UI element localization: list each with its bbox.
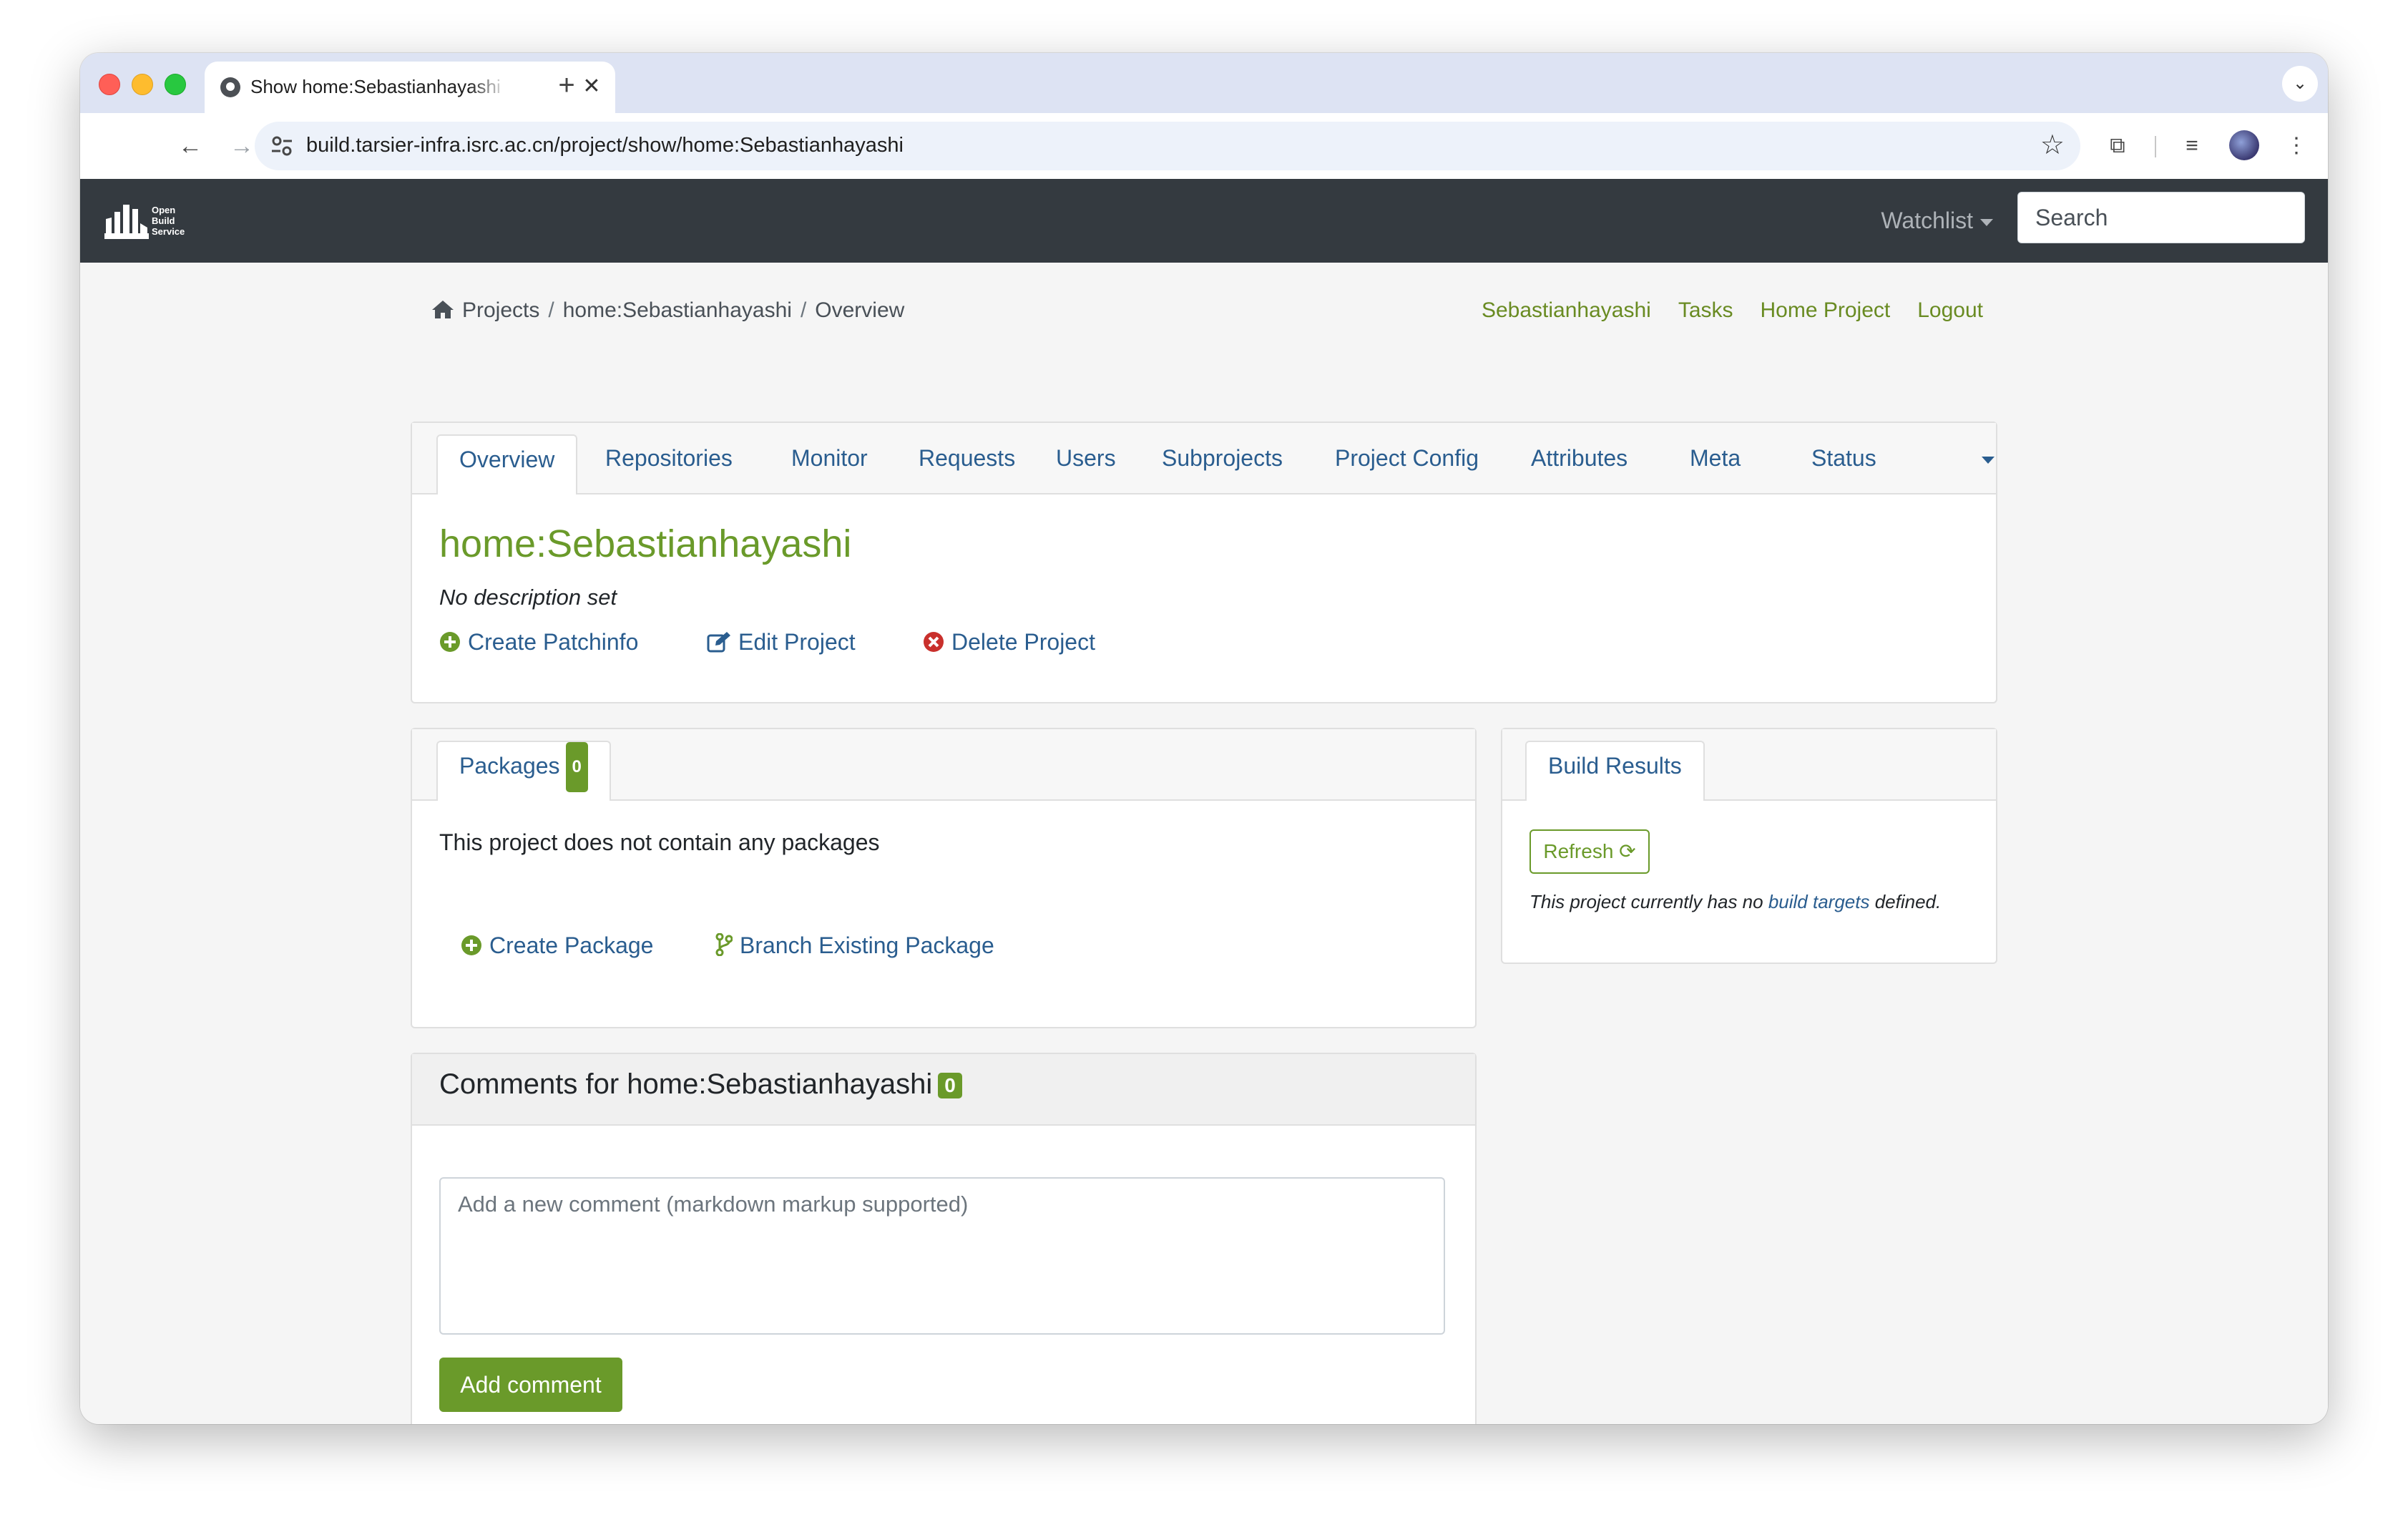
project-description: No description set <box>439 585 617 610</box>
delete-project-link[interactable]: Delete Project <box>923 629 1095 656</box>
url-text: build.tarsier-infra.isrc.ac.cn/project/s… <box>306 134 904 157</box>
logout-link[interactable]: Logout <box>1917 298 1983 322</box>
tab-subprojects[interactable]: Subprojects <box>1162 434 1283 482</box>
comments-title: Comments for home:Sebastianhayashi 0 <box>439 1068 962 1101</box>
toolbar-divider <box>2155 136 2156 157</box>
comments-count-badge: 0 <box>938 1073 962 1098</box>
packages-card: Packages 0 This project does not contain … <box>411 728 1477 1028</box>
extensions-icon[interactable]: ⧉ <box>2099 127 2136 165</box>
user-links: Sebastianhayashi Tasks Home Project Logout <box>1454 298 1983 323</box>
breadcrumb: Projects / home:Sebastianhayashi / Overview <box>431 298 904 323</box>
refresh-button[interactable]: Refresh ⟳ <box>1530 829 1650 874</box>
close-window-button[interactable] <box>99 74 120 95</box>
site-navbar: Open Build Service Watchlist Search <box>80 179 2328 263</box>
comment-textarea[interactable]: Add a new comment (markdown markup suppo… <box>439 1177 1445 1335</box>
tasks-link[interactable]: Tasks <box>1678 298 1733 322</box>
build-targets-note: This project currently has no build targ… <box>1530 891 1942 912</box>
project-card: Overview Repositories Monitor Requests U… <box>411 422 1997 703</box>
media-control-icon[interactable]: ≡ <box>2173 127 2211 165</box>
breadcrumb-project[interactable]: home:Sebastianhayashi <box>563 298 792 322</box>
tab-users[interactable]: Users <box>1056 434 1116 482</box>
tab-meta[interactable]: Meta <box>1690 434 1741 482</box>
packages-empty-text: This project does not contain any packag… <box>439 829 880 855</box>
new-tab-button[interactable]: + <box>545 67 588 103</box>
build-results-card: Build Results Refresh ⟳ This project cur… <box>1501 728 1997 964</box>
tab-repositories[interactable]: Repositories <box>605 434 733 482</box>
site-settings-icon[interactable] <box>268 132 296 160</box>
caret-down-icon <box>1980 218 1993 226</box>
user-profile-link[interactable]: Sebastianhayashi <box>1482 298 1651 322</box>
home-icon[interactable] <box>431 298 455 320</box>
project-title: home:Sebastianhayashi <box>439 522 852 565</box>
profile-avatar[interactable] <box>2229 130 2259 160</box>
maximize-window-button[interactable] <box>165 74 186 95</box>
breadcrumb-current: Overview <box>815 298 905 322</box>
tab-title: Show home:Sebastianhayashi <box>250 76 501 97</box>
plus-circle-icon <box>461 935 481 955</box>
build-targets-link[interactable]: build targets <box>1768 891 1870 912</box>
tab-packages[interactable]: Packages 0 <box>436 741 611 801</box>
comments-card: Comments for home:Sebastianhayashi 0 Add … <box>411 1053 1477 1424</box>
obs-logo[interactable]: Open Build Service <box>104 202 205 242</box>
more-menu-icon[interactable]: ⋮ <box>2278 127 2315 165</box>
address-bar[interactable]: build.tarsier-infra.isrc.ac.cn/project/s… <box>255 122 2080 170</box>
code-branch-icon <box>715 932 733 957</box>
edit-icon <box>707 632 730 653</box>
tab-build-results[interactable]: Build Results <box>1525 741 1705 801</box>
obs-logo-icon <box>104 205 149 239</box>
obs-logo-text: Open Build Service <box>152 205 185 237</box>
refresh-icon: ⟳ <box>1619 840 1636 862</box>
add-comment-button[interactable]: Add comment <box>439 1358 622 1412</box>
build-results-tabs: Build Results <box>1502 729 1996 801</box>
search-input[interactable]: Search <box>2017 192 2305 243</box>
create-patchinfo-link[interactable]: Create Patchinfo <box>439 629 638 656</box>
create-package-link[interactable]: Create Package <box>461 932 653 959</box>
packages-count-badge: 0 <box>565 742 588 792</box>
browser-toolbar: ← → ↻ build.tarsier-infra.isrc.ac.cn/pro… <box>80 113 2328 180</box>
favicon-icon <box>220 77 240 97</box>
branch-package-link[interactable]: Branch Existing Package <box>715 932 994 959</box>
tab-requests[interactable]: Requests <box>919 434 1015 482</box>
minimize-window-button[interactable] <box>132 74 153 95</box>
tab-strip: Show home:Sebastianhayashi ✕ + ⌄ <box>80 53 2328 113</box>
tab-overview[interactable]: Overview <box>436 434 578 494</box>
watchlist-dropdown[interactable]: Watchlist <box>1881 208 1993 234</box>
back-icon[interactable]: ← <box>172 127 209 165</box>
tab-project-config[interactable]: Project Config <box>1335 434 1479 482</box>
bookmark-star-icon[interactable]: ☆ <box>2040 129 2065 161</box>
home-project-link[interactable]: Home Project <box>1761 298 1891 322</box>
edit-project-link[interactable]: Edit Project <box>707 629 856 656</box>
watchlist-label: Watchlist <box>1881 208 1973 233</box>
browser-window: Show home:Sebastianhayashi ✕ + ⌄ ← → ↻ b… <box>80 53 2328 1424</box>
times-circle-icon <box>924 632 944 652</box>
plus-circle-icon <box>440 632 460 652</box>
tab-attributes[interactable]: Attributes <box>1531 434 1628 482</box>
caret-down-icon <box>1982 456 1995 464</box>
tab-more-dropdown[interactable] <box>1982 434 1995 482</box>
tab-search-button[interactable]: ⌄ <box>2282 66 2318 102</box>
tab-monitor[interactable]: Monitor <box>791 434 868 482</box>
project-tabs: Overview Repositories Monitor Requests U… <box>412 423 1996 494</box>
page-content: Projects / home:Sebastianhayashi / Overview … <box>80 263 2328 1424</box>
comments-header: Comments for home:Sebastianhayashi 0 <box>412 1054 1475 1126</box>
tab-status[interactable]: Status <box>1811 434 1876 482</box>
packages-tabs: Packages 0 <box>412 729 1475 801</box>
breadcrumb-projects[interactable]: Projects <box>462 298 539 322</box>
